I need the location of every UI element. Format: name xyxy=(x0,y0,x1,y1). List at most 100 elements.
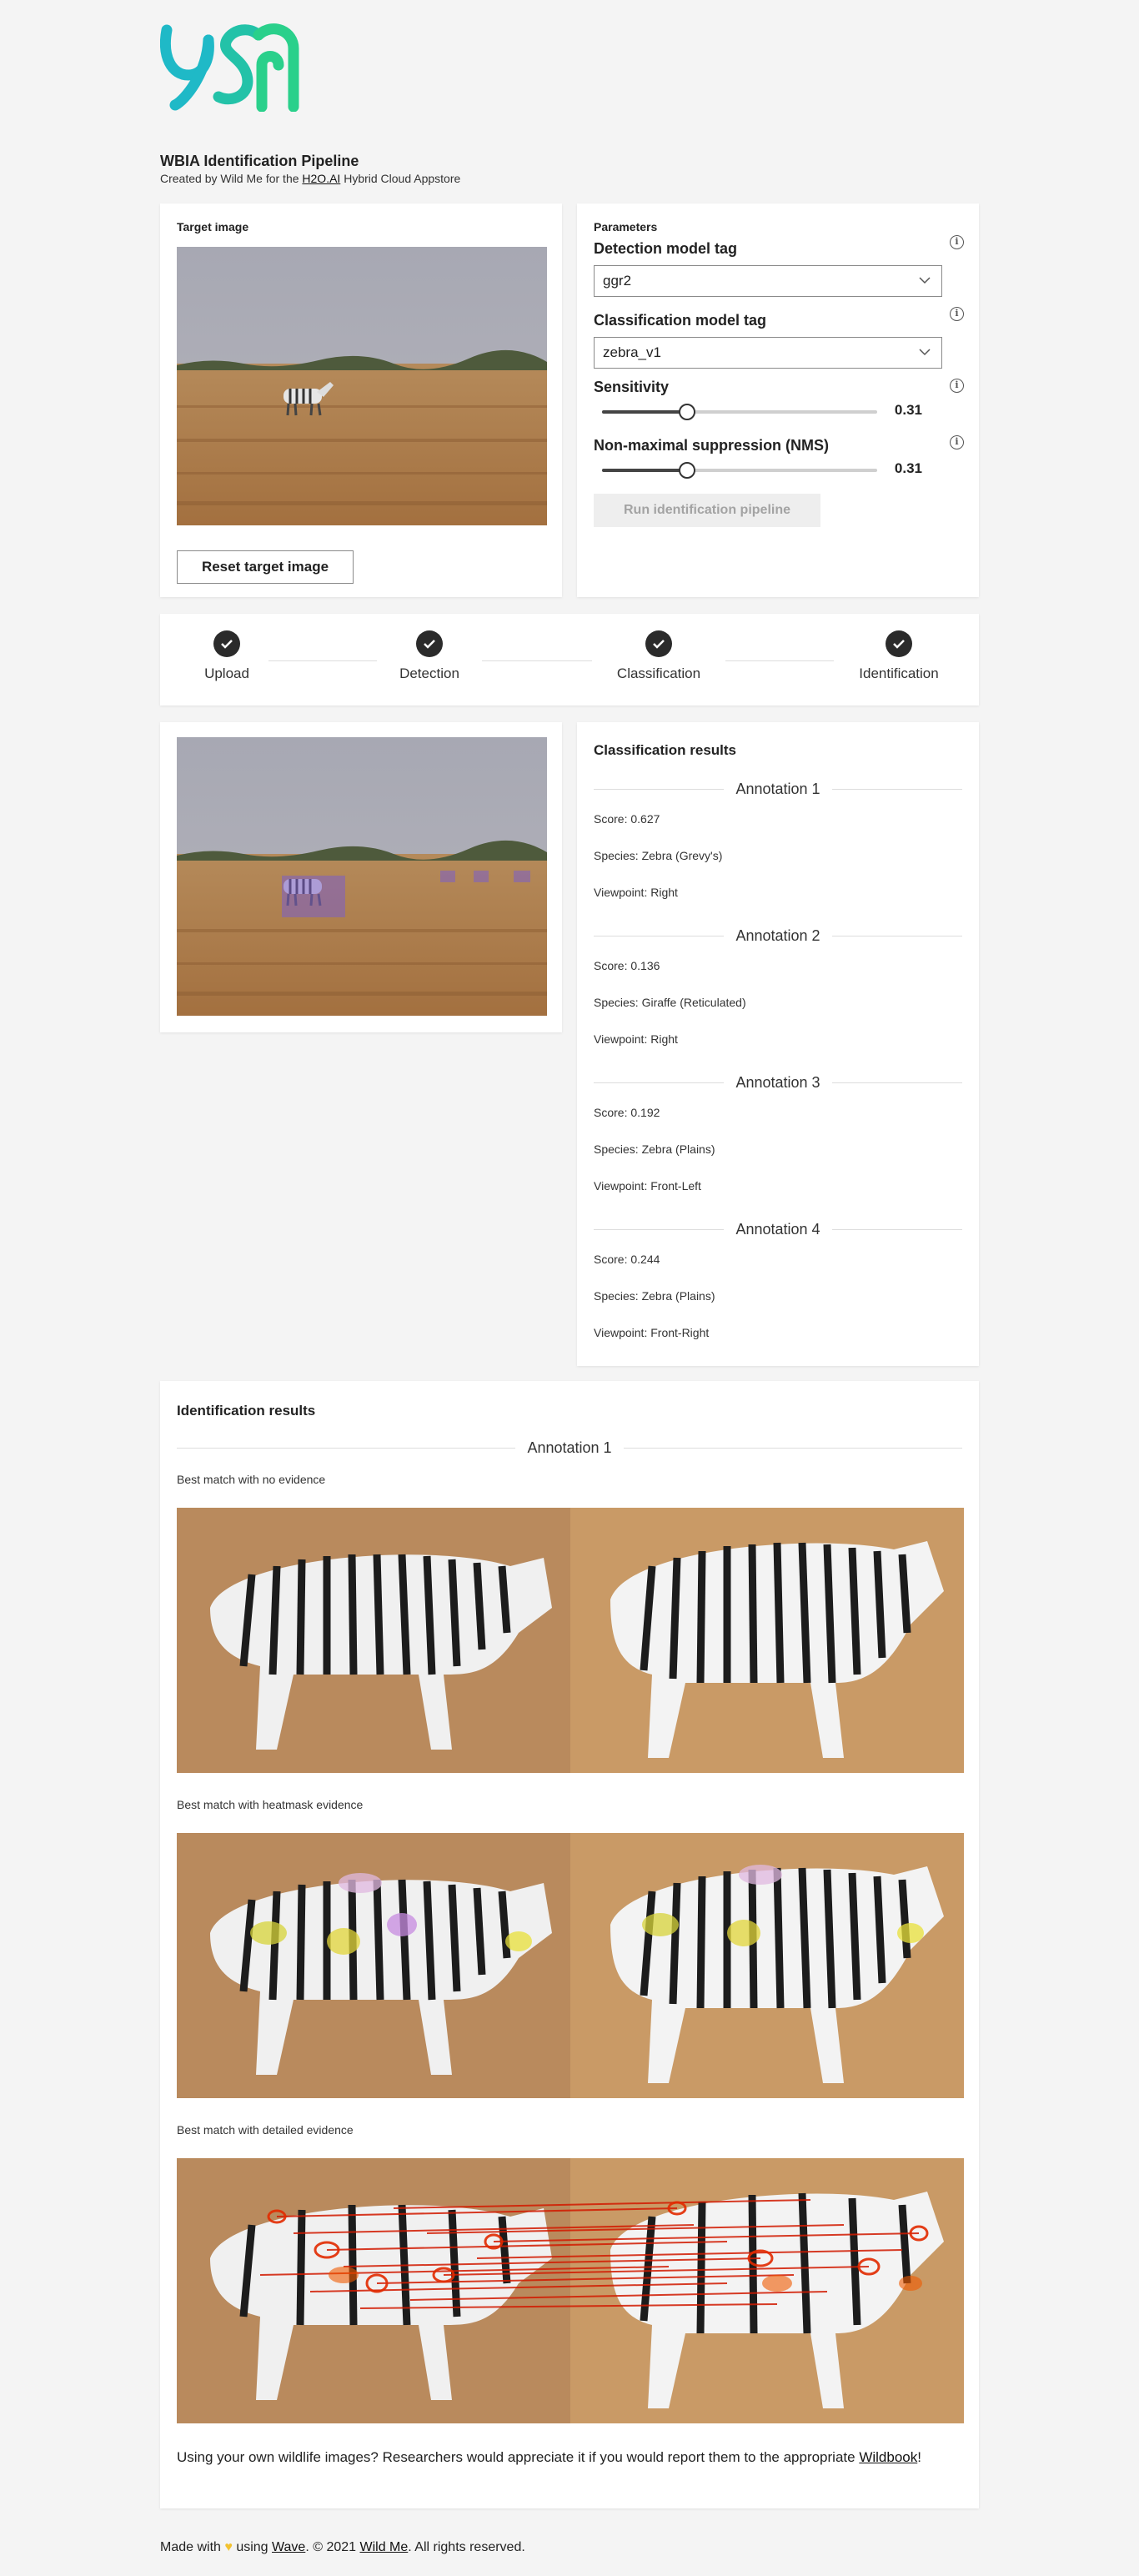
annotation-viewpoint: Viewpoint: Right xyxy=(594,1032,678,1046)
match-detailed-image xyxy=(177,2158,964,2423)
wildme-logo-icon xyxy=(160,23,299,113)
annotation-species: Species: Zebra (Plains) xyxy=(594,1289,715,1303)
step-label: Upload xyxy=(204,665,249,681)
page-footer: Made with ♥ using Wave. © 2021 Wild Me. … xyxy=(160,2540,525,2555)
wildbook-link[interactable]: Wildbook xyxy=(859,2449,917,2465)
annotation-score: Score: 0.192 xyxy=(594,1106,660,1119)
annotation-4-title: Annotation 4 xyxy=(594,1221,962,1238)
check-icon xyxy=(645,630,672,657)
annotation-title: Annotation 4 xyxy=(735,1221,820,1238)
footer-suffix: . All rights reserved. xyxy=(408,2540,525,2554)
annotation-viewpoint: Viewpoint: Right xyxy=(594,886,678,899)
wildme-link[interactable]: Wild Me xyxy=(360,2540,409,2554)
classification-model-select[interactable]: zebra_v1 xyxy=(594,337,942,369)
annotation-viewpoint: Viewpoint: Front-Left xyxy=(594,1179,701,1193)
pipeline-stepper: Upload Detection Classification Identifi… xyxy=(160,614,979,706)
report-note-prefix: Using your own wildlife images? Research… xyxy=(177,2449,860,2465)
nms-slider-fill xyxy=(602,469,688,472)
footer-copyright: . © 2021 xyxy=(305,2540,360,2554)
nms-value: 0.31 xyxy=(894,460,922,476)
step-label: Identification xyxy=(859,665,939,681)
annotation-species: Species: Zebra (Grevy's) xyxy=(594,849,723,862)
annotation-2-title: Annotation 2 xyxy=(594,927,962,945)
sensitivity-label: Sensitivity xyxy=(594,379,670,395)
annotation-box xyxy=(474,871,489,882)
annotation-species: Species: Zebra (Plains) xyxy=(594,1142,715,1156)
check-icon xyxy=(416,630,443,657)
step-identification: Identification xyxy=(832,630,966,682)
nms-label: Non-maximal suppression (NMS) xyxy=(594,437,830,454)
stepper-line xyxy=(482,660,592,661)
annotation-title: Annotation 1 xyxy=(735,781,820,797)
sensitivity-slider[interactable] xyxy=(602,404,877,420)
nms-info-icon[interactable]: i xyxy=(950,435,964,449)
heart-icon: ♥ xyxy=(224,2540,233,2554)
identification-annotation-title: Annotation 1 xyxy=(177,1439,962,1457)
match-detailed-label: Best match with detailed evidence xyxy=(177,2123,354,2137)
detection-model-value: ggr2 xyxy=(603,273,632,289)
wildbook-report-note: Using your own wildlife images? Research… xyxy=(177,2448,961,2467)
annotation-box xyxy=(514,871,530,882)
step-upload: Upload xyxy=(160,630,294,682)
detection-info-icon[interactable]: i xyxy=(950,235,964,249)
match-heatmask-image xyxy=(177,1833,964,2098)
annotation-3-title: Annotation 3 xyxy=(594,1074,962,1092)
nms-slider[interactable] xyxy=(602,462,877,479)
nms-slider-thumb[interactable] xyxy=(679,462,696,479)
annotation-species: Species: Giraffe (Reticulated) xyxy=(594,996,746,1009)
target-image-card: Target image Reset target image xyxy=(160,203,562,597)
identification-results-heading: Identification results xyxy=(177,1403,316,1419)
step-label: Classification xyxy=(616,665,701,681)
detection-model-label: Detection model tag xyxy=(594,240,738,257)
annotation-viewpoint: Viewpoint: Front-Right xyxy=(594,1326,710,1339)
annotation-title: Annotation 2 xyxy=(735,927,820,944)
detection-image-card xyxy=(160,722,562,1032)
identification-results-card: Identification results Annotation 1 Best… xyxy=(160,1381,979,2508)
wave-link[interactable]: Wave xyxy=(272,2540,305,2554)
target-image-heading: Target image xyxy=(177,220,249,233)
annotation-score: Score: 0.136 xyxy=(594,959,660,972)
chevron-down-icon xyxy=(919,277,931,284)
check-icon xyxy=(886,630,912,657)
page-subtitle: Created by Wild Me for the H2O.AI Hybrid… xyxy=(160,172,460,185)
match-no-evidence-image xyxy=(177,1508,964,1773)
run-pipeline-button[interactable]: Run identification pipeline xyxy=(594,494,820,527)
classification-model-label: Classification model tag xyxy=(594,312,767,329)
chevron-down-icon xyxy=(919,349,931,356)
sensitivity-slider-thumb[interactable] xyxy=(679,404,696,420)
annotation-box xyxy=(282,876,345,917)
classification-results-card: Classification results Annotation 1 Scor… xyxy=(577,722,979,1366)
step-detection: Detection xyxy=(363,630,496,682)
footer-prefix: Made with xyxy=(160,2540,225,2554)
sensitivity-info-icon[interactable]: i xyxy=(950,379,964,393)
wildme-logo xyxy=(160,23,302,113)
report-note-suffix: ! xyxy=(917,2449,921,2465)
sensitivity-slider-fill xyxy=(602,410,688,414)
annotation-1-title: Annotation 1 xyxy=(594,781,962,798)
reset-target-image-button[interactable]: Reset target image xyxy=(177,550,354,584)
subtitle-suffix: Hybrid Cloud Appstore xyxy=(340,172,461,185)
annotation-title: Annotation 1 xyxy=(527,1439,612,1456)
annotation-box xyxy=(440,871,455,882)
sensitivity-value: 0.31 xyxy=(894,402,922,418)
page-title: WBIA Identification Pipeline xyxy=(160,153,359,169)
check-icon xyxy=(213,630,240,657)
match-heatmask-label: Best match with heatmask evidence xyxy=(177,1798,364,1811)
annotation-score: Score: 0.627 xyxy=(594,812,660,826)
classification-results-heading: Classification results xyxy=(594,742,737,758)
annotation-title: Annotation 3 xyxy=(735,1074,820,1091)
detection-model-select[interactable]: ggr2 xyxy=(594,265,942,297)
classification-model-value: zebra_v1 xyxy=(603,344,661,360)
parameters-heading: Parameters xyxy=(594,220,658,233)
classification-info-icon[interactable]: i xyxy=(950,307,964,321)
step-label: Detection xyxy=(399,665,459,681)
detection-image xyxy=(177,737,547,1016)
annotation-score: Score: 0.244 xyxy=(594,1253,660,1266)
target-image xyxy=(177,247,547,525)
parameters-card: Parameters Detection model tag i ggr2 Cl… xyxy=(577,203,979,597)
match-no-evidence-label: Best match with no evidence xyxy=(177,1473,326,1486)
stepper-line xyxy=(725,660,834,661)
footer-using: using xyxy=(232,2540,273,2554)
subtitle-prefix: Created by Wild Me for the xyxy=(160,172,303,185)
h2oai-link[interactable]: H2O.AI xyxy=(302,172,340,185)
